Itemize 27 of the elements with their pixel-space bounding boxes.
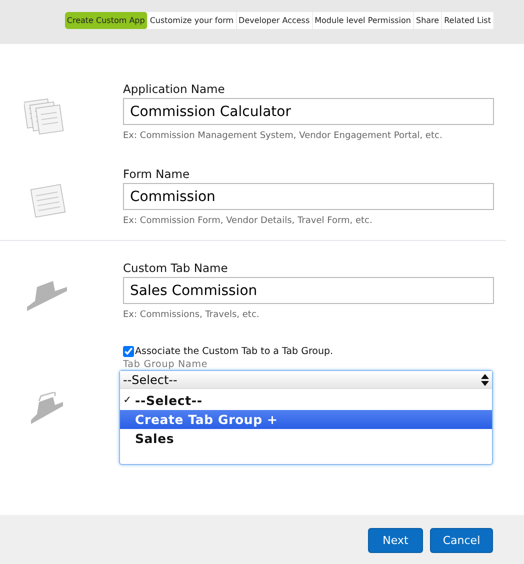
text-field[interactable]: Commission (123, 183, 494, 210)
step-tab[interactable]: Customize your form (148, 12, 237, 29)
dropdown-option[interactable]: Create Tab Group + (120, 410, 492, 429)
check-icon: ✓ (120, 395, 135, 406)
field-hint: Ex: Commission Form, Vendor Details, Travel Form, etc. (123, 216, 374, 226)
step-tab[interactable]: Share (414, 12, 442, 29)
field-label: Application Name (123, 82, 226, 96)
field-hint: Ex: Commissions, Travels, etc. (123, 310, 260, 320)
step-tab[interactable]: Module level Permission (312, 12, 414, 29)
dropdown-option[interactable]: Sales (120, 429, 492, 448)
text-field[interactable]: Sales Commission (123, 277, 494, 304)
text-field[interactable]: Commission Calculator (123, 98, 494, 125)
field-label: Custom Tab Name (123, 261, 229, 275)
field-label: Tab Group Name (123, 359, 209, 370)
next-button[interactable]: Next (368, 528, 423, 552)
cancel-button[interactable]: Cancel (430, 528, 493, 552)
dropdown-option[interactable]: ✓ --Select-- (120, 391, 492, 410)
checkbox-label: Associate the Custom Tab to a Tab Group. (135, 346, 334, 357)
field-label: Form Name (123, 167, 191, 181)
step-tab[interactable]: Create Custom App (64, 12, 148, 29)
select-value: --Select-- (123, 372, 178, 386)
stepper-icon (481, 374, 489, 386)
step-tab[interactable]: Related List (442, 12, 494, 29)
step-tab[interactable]: Developer Access (236, 12, 313, 29)
dropdown[interactable]: --Select-- ✓ --Select-- Create Tab Group + Sales (119, 370, 493, 465)
group-checkbox[interactable] (123, 346, 134, 357)
field-hint: Ex: Commission Management System, Vendor Engagement Portal, etc. (123, 131, 444, 141)
